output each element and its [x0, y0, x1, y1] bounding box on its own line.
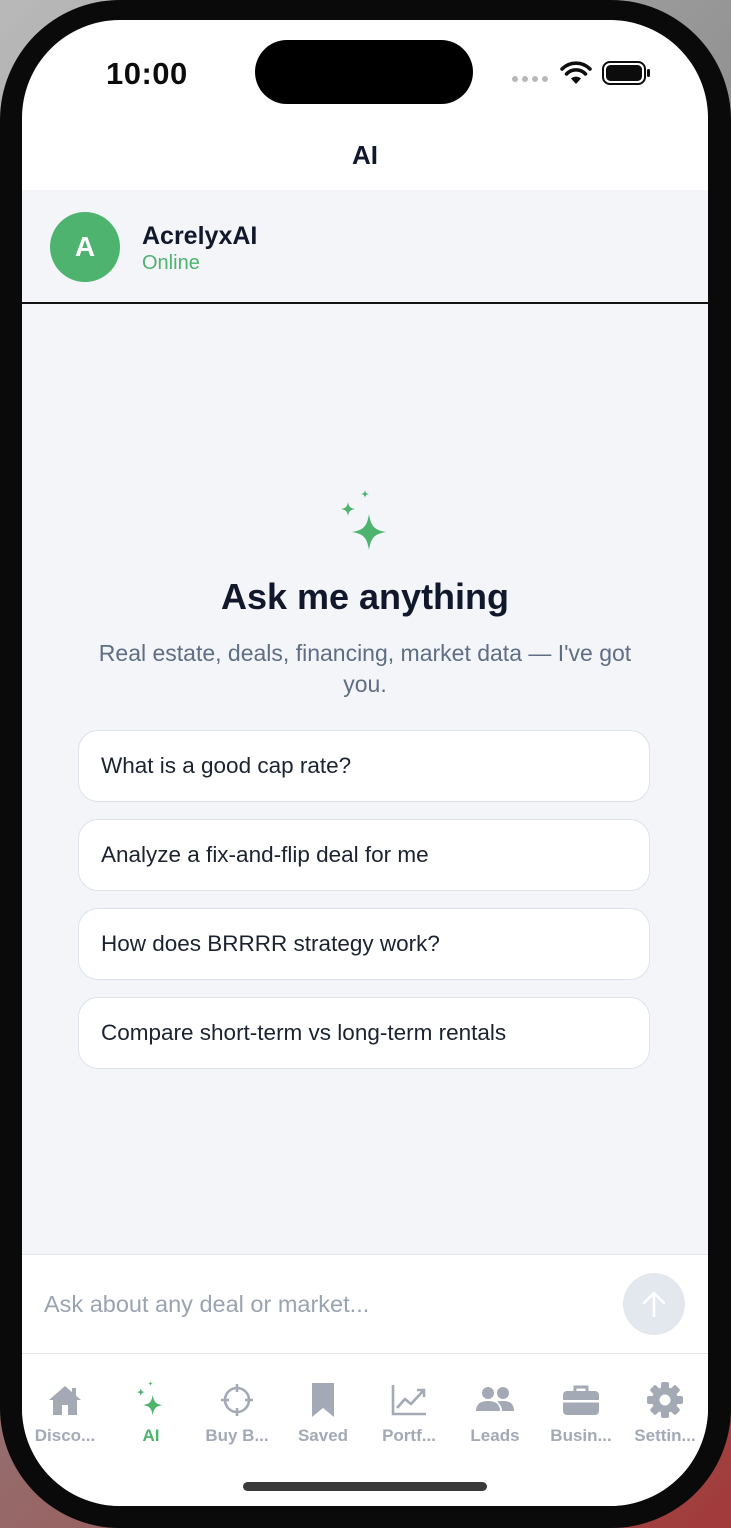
agent-name: AcrelyxAI [142, 222, 258, 250]
tab-label: Portf... [382, 1426, 436, 1445]
suggestion-chip[interactable]: Compare short-term vs long-term rentals [78, 997, 650, 1069]
tab-label: AI [142, 1426, 160, 1445]
suggestion-chip[interactable]: Analyze a fix-and-flip deal for me [78, 819, 650, 891]
page-title: AI [352, 140, 378, 170]
message-input[interactable]: Ask about any deal or market... [44, 1291, 369, 1318]
tab-label: Disco... [34, 1426, 96, 1445]
tab-settings[interactable]: Settin... [622, 1380, 708, 1446]
dynamic-island [255, 40, 473, 104]
app-screen: 10:00 AI A AcrelyxAI Online Ask me anyth… [22, 20, 708, 1506]
tab-ai[interactable]: AI [108, 1380, 194, 1446]
sparkles-icon [341, 490, 386, 550]
message-composer: Ask about any deal or market... [22, 1254, 708, 1354]
empty-state-title: Ask me anything [220, 576, 510, 617]
tab-buy-box[interactable]: Buy B... [194, 1380, 280, 1446]
people-icon [476, 1387, 514, 1411]
crosshair-icon [221, 1384, 253, 1416]
arrow-up-icon [642, 1291, 666, 1318]
tab-portfolio[interactable]: Portf... [366, 1380, 452, 1446]
tab-label: Buy B... [205, 1426, 269, 1445]
gear-icon [647, 1382, 683, 1418]
chat-area: Ask me anything Real estate, deals, fina… [22, 304, 708, 1254]
battery-icon [602, 61, 650, 85]
tab-saved[interactable]: Saved [280, 1380, 366, 1446]
send-button[interactable] [623, 1273, 685, 1335]
sparkles-icon [136, 1381, 163, 1416]
suggestion-chip[interactable]: What is a good cap rate? [78, 730, 650, 802]
suggestion-chip[interactable]: How does BRRRR strategy work? [78, 908, 650, 980]
tab-leads[interactable]: Leads [452, 1380, 538, 1446]
chart-line-icon [391, 1385, 426, 1416]
tab-label: Settin... [634, 1426, 696, 1445]
bookmark-icon [312, 1383, 334, 1417]
avatar: A [50, 212, 120, 282]
cellular-signal-icon [512, 76, 548, 82]
home-indicator [243, 1482, 487, 1491]
tab-label: Saved [297, 1426, 349, 1445]
briefcase-icon [563, 1385, 599, 1415]
status-time: 10:00 [106, 56, 188, 91]
tab-label: Leads [470, 1426, 520, 1445]
house-icon [49, 1386, 81, 1415]
tab-business[interactable]: Busin... [538, 1380, 624, 1446]
agent-status: Online [142, 252, 200, 274]
tab-label: Busin... [550, 1426, 612, 1445]
empty-state-subtitle: Real estate, deals, financing, market da… [98, 640, 632, 697]
wifi-icon [560, 61, 592, 84]
chat-header: A AcrelyxAI Online [22, 190, 708, 304]
tab-discover[interactable]: Disco... [22, 1380, 108, 1446]
